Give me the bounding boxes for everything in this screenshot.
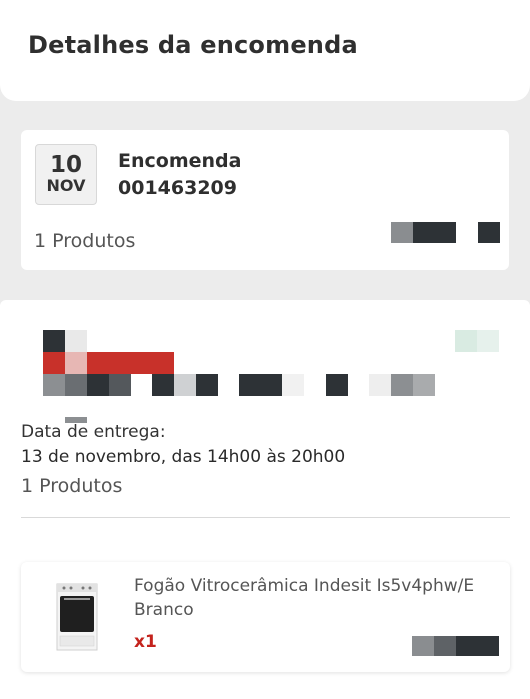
product-quantity: x1: [134, 632, 157, 652]
order-products-count: 1 Produtos: [34, 230, 136, 252]
stove-icon: [55, 582, 99, 652]
product-name: Fogão Vitrocerâmica Indesit Is5v4phw/E B…: [134, 576, 475, 620]
delivery-date-label: Data de entrega:: [21, 422, 166, 442]
order-number: 001463209: [118, 177, 237, 199]
section-divider: [21, 517, 510, 518]
order-date-month: NOV: [46, 176, 86, 195]
page-title: Detalhes da encomenda: [28, 31, 358, 59]
order-label: Encomenda: [118, 150, 242, 172]
delivery-products-count: 1 Produtos: [21, 475, 123, 497]
order-date-badge: 10 NOV: [35, 144, 97, 205]
delivery-card: Data de entrega: 13 de novembro, das 14h…: [0, 300, 530, 699]
order-date-day: 10: [49, 152, 82, 178]
delivery-date-value: 13 de novembro, das 14h00 às 20h00: [21, 447, 346, 467]
page-header: Detalhes da encomenda: [0, 0, 530, 101]
order-summary-card[interactable]: 10 NOV Encomenda 001463209 1 Produtos: [21, 130, 509, 270]
product-item[interactable]: Fogão Vitrocerâmica Indesit Is5v4phw/E B…: [21, 562, 510, 672]
